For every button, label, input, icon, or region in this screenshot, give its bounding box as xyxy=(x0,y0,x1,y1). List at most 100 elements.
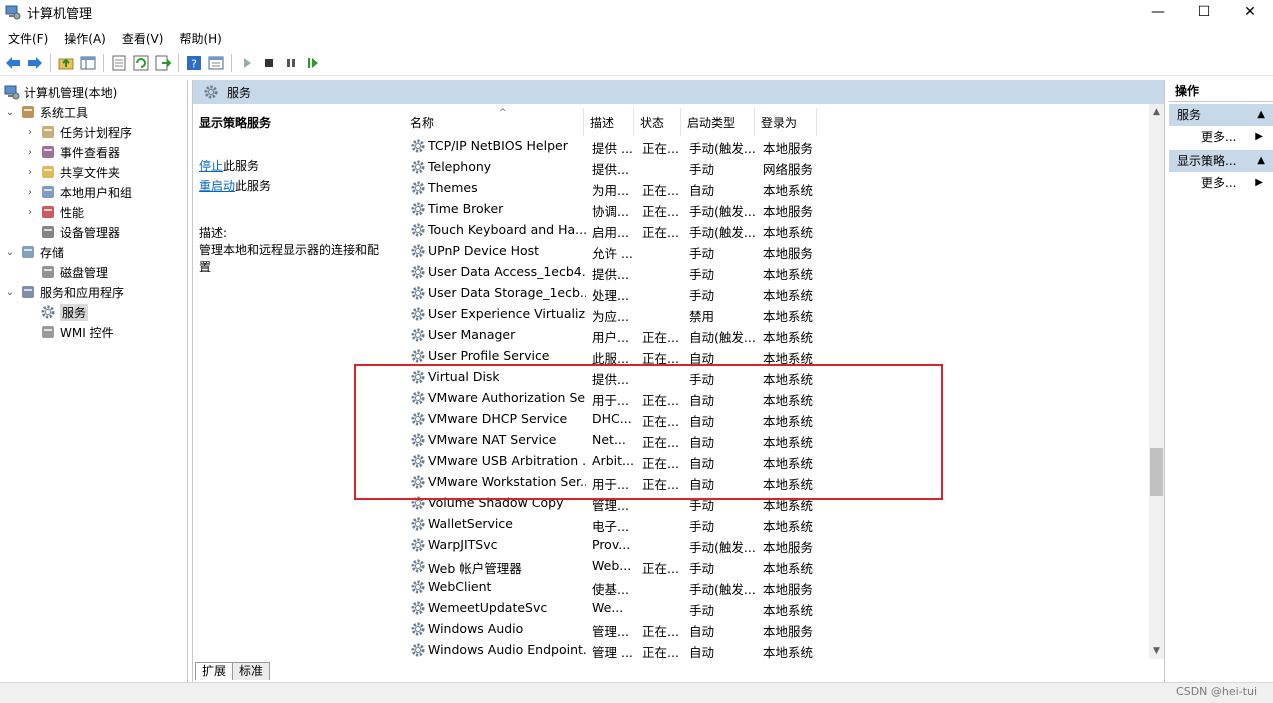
column-header-startup-type[interactable]: 启动类型 xyxy=(681,108,755,136)
service-startup-type: 手动(触发... xyxy=(689,225,756,240)
service-logon-as: 本地系统 xyxy=(763,603,814,618)
tree-item[interactable]: 磁盘管理 xyxy=(24,262,108,282)
service-description: 为用... xyxy=(592,183,629,198)
stop-service-line: 停止此服务 xyxy=(199,157,390,174)
resume-icon[interactable] xyxy=(302,52,324,74)
collapsed-chevron-icon[interactable]: › xyxy=(24,167,36,178)
actions-section-services[interactable]: 服务 ▲ xyxy=(1169,104,1273,126)
service-row[interactable]: VMware DHCP Service DHC... 正在... 自动 本地系统 xyxy=(396,409,1149,430)
service-row[interactable]: Telephony 提供... 手动 网络服务 xyxy=(396,157,1149,178)
menu-file[interactable]: 文件(F) xyxy=(0,30,56,47)
service-description: 提供... xyxy=(592,162,629,177)
service-row[interactable]: User Profile Service 此服... 正在... 自动 本地系统 xyxy=(396,346,1149,367)
service-name: Volume Shadow Copy xyxy=(428,495,564,510)
scroll-down-icon[interactable]: ▼ xyxy=(1149,643,1164,659)
service-row[interactable]: WebClient 使基... 手动(触发... 本地服务 xyxy=(396,577,1149,598)
maximize-button[interactable]: ☐ xyxy=(1181,0,1227,24)
service-row[interactable]: WalletService 电子... 手动 本地系统 xyxy=(396,514,1149,535)
service-name: VMware DHCP Service xyxy=(428,411,568,426)
tree-item[interactable]: 设备管理器 xyxy=(24,222,120,242)
refresh-icon[interactable] xyxy=(130,52,152,74)
service-row[interactable]: UPnP Device Host 允许 ... 手动 本地服务 xyxy=(396,241,1149,262)
service-name: WarpJITSvc xyxy=(428,537,498,552)
service-row[interactable]: Windows Audio Endpoint... 管理 ... 正在... 自动 本地… xyxy=(396,640,1149,659)
tree-item[interactable]: › 事件查看器 xyxy=(24,142,120,162)
column-header-status[interactable]: 状态 xyxy=(634,108,681,136)
expanded-chevron-icon[interactable]: ⌄ xyxy=(4,247,16,258)
service-row[interactable]: Themes 为用... 正在... 自动 本地系统 xyxy=(396,178,1149,199)
tree-item[interactable]: ⌄ 服务和应用程序 xyxy=(4,282,124,302)
tree-item[interactable]: › 任务计划程序 xyxy=(24,122,132,142)
tree-item[interactable]: › 本地用户和组 xyxy=(24,182,132,202)
tree-item[interactable]: › 性能 xyxy=(24,202,84,222)
service-row[interactable]: TCP/IP NetBIOS Helper 提供 ... 正在... 手动(触发...… xyxy=(396,136,1149,157)
collapsed-chevron-icon[interactable]: › xyxy=(24,187,36,198)
show-hide-tree-icon[interactable] xyxy=(77,52,99,74)
tree-item-label: 系统工具 xyxy=(40,105,89,120)
actions-more-display-policy[interactable]: 更多... ▶ xyxy=(1169,172,1273,194)
scroll-up-icon[interactable]: ▲ xyxy=(1149,104,1164,120)
view-icon[interactable] xyxy=(205,52,227,74)
service-row[interactable]: Windows Audio 管理... 正在... 自动 本地服务 xyxy=(396,619,1149,640)
service-row[interactable]: Volume Shadow Copy 管理... 手动 本地系统 xyxy=(396,493,1149,514)
service-logon-as: 本地系统 xyxy=(763,267,814,282)
back-icon[interactable] xyxy=(2,52,24,74)
service-row[interactable]: VMware Workstation Ser... 用于... 正在... 自动 本地系… xyxy=(396,472,1149,493)
minimize-button[interactable]: — xyxy=(1135,0,1181,24)
service-row[interactable]: Web 帐户管理器 Web... 正在... 手动 本地系统 xyxy=(396,556,1149,577)
expanded-chevron-icon[interactable]: ⌄ xyxy=(4,287,16,298)
tree-item[interactable]: ⌄ 系统工具 xyxy=(4,102,88,122)
service-row[interactable]: WemeetUpdateSvc We... 手动 本地系统 xyxy=(396,598,1149,619)
menu-view[interactable]: 查看(V) xyxy=(114,30,172,47)
tree-item[interactable]: › 共享文件夹 xyxy=(24,162,120,182)
column-header-logon-as[interactable]: 登录为 xyxy=(755,108,817,136)
collapsed-chevron-icon[interactable]: › xyxy=(24,127,36,138)
service-logon-as: 网络服务 xyxy=(763,162,814,177)
properties-icon[interactable] xyxy=(108,52,130,74)
vertical-scrollbar[interactable]: ▲ ▼ xyxy=(1149,104,1164,659)
menu-action[interactable]: 操作(A) xyxy=(56,30,114,47)
tab-standard[interactable]: 标准 xyxy=(232,662,271,680)
service-logon-as: 本地系统 xyxy=(763,477,814,492)
stop-icon[interactable] xyxy=(258,52,280,74)
play-icon[interactable] xyxy=(236,52,258,74)
service-row[interactable]: User Experience Virtualiz... 为应... 禁用 本地系统 xyxy=(396,304,1149,325)
service-row[interactable]: User Manager 用户... 正在... 自动(触发... 本地系统 xyxy=(396,325,1149,346)
help-icon[interactable]: ? xyxy=(183,52,205,74)
tree-item[interactable]: 服务 xyxy=(24,302,89,322)
tree-item[interactable]: WMI 控件 xyxy=(24,322,114,342)
collapsed-chevron-icon[interactable]: › xyxy=(24,147,36,158)
service-row[interactable]: Touch Keyboard and Ha... 启用... 正在... 手动(触发.… xyxy=(396,220,1149,241)
actions-more-services[interactable]: 更多... ▶ xyxy=(1169,126,1273,148)
tab-extended[interactable]: 扩展 xyxy=(195,662,234,680)
tree-item[interactable]: ⌄ 存储 xyxy=(4,242,64,262)
menu-help[interactable]: 帮助(H) xyxy=(171,30,229,47)
pause-icon[interactable] xyxy=(280,52,302,74)
service-row[interactable]: Time Broker 协调... 正在... 手动(触发... 本地服务 xyxy=(396,199,1149,220)
service-row[interactable]: Virtual Disk 提供... 手动 本地系统 xyxy=(396,367,1149,388)
service-logon-as: 本地系统 xyxy=(763,456,814,471)
service-row[interactable]: WarpJITSvc Prov... 手动(触发... 本地服务 xyxy=(396,535,1149,556)
service-name: UPnP Device Host xyxy=(428,243,540,258)
service-row[interactable]: VMware USB Arbitration ... Arbit... 正在... 自… xyxy=(396,451,1149,472)
watermark: CSDN @hei-tui xyxy=(1176,685,1257,698)
restart-service-link[interactable]: 重启动 xyxy=(199,179,235,193)
service-row[interactable]: VMware NAT Service Net... 正在... 自动 本地系统 xyxy=(396,430,1149,451)
collapsed-chevron-icon[interactable]: › xyxy=(24,207,36,218)
service-name: Touch Keyboard and Ha... xyxy=(428,222,586,237)
stop-service-link[interactable]: 停止 xyxy=(199,159,223,173)
forward-icon[interactable] xyxy=(24,52,46,74)
scroll-thumb[interactable] xyxy=(1150,448,1163,496)
column-header-name[interactable]: 名称 ^ xyxy=(404,108,584,136)
expanded-chevron-icon[interactable]: ⌄ xyxy=(4,107,16,118)
actions-section-display-policy[interactable]: 显示策略... ▲ xyxy=(1169,150,1273,172)
column-header-description[interactable]: 描述 xyxy=(584,108,634,136)
toolbar-separator xyxy=(178,53,179,72)
up-folder-icon[interactable] xyxy=(55,52,77,74)
service-row[interactable]: VMware Authorization Se... 用于... 正在... 自动 本地… xyxy=(396,388,1149,409)
service-row[interactable]: User Data Access_1ecb4... 提供... 手动 本地系统 xyxy=(396,262,1149,283)
tree-root[interactable]: 计算机管理(本地) xyxy=(4,82,117,102)
close-button[interactable]: ✕ xyxy=(1227,0,1273,24)
export-icon[interactable] xyxy=(152,52,174,74)
service-row[interactable]: User Data Storage_1ecb... 处理... 手动 本地系统 xyxy=(396,283,1149,304)
